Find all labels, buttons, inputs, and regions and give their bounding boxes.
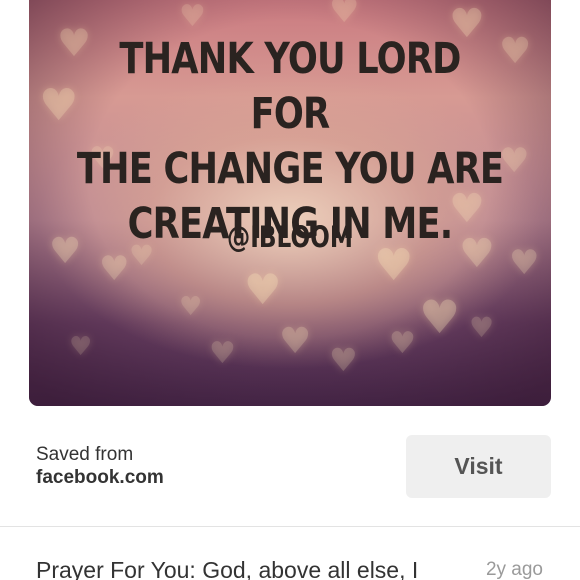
heart-icon: ♥ xyxy=(99,249,130,289)
heart-icon: ♥ xyxy=(509,243,540,283)
heart-icon: ♥ xyxy=(469,311,495,344)
heart-icon: ♥ xyxy=(39,80,79,131)
source-info: Saved from facebook.com xyxy=(36,444,164,490)
heart-icon: ♥ xyxy=(244,265,282,314)
image-quote: THANK YOU LORD FOR THE CHANGE YOU ARE CR… xyxy=(76,32,504,252)
heart-icon: ♥ xyxy=(209,336,236,371)
heart-icon: ♥ xyxy=(329,341,358,379)
pin-image[interactable]: ♥ ♥ ♥ ♥ ♥ ♥ ♥ ♥ ♥ ♥ ♥ ♥ ♥ ♥ ♥ ♥ ♥ ♥ ♥ ♥ ♥ ♥ ♥ ♥ THANK YOU LORD … xyxy=(29,0,551,406)
divider xyxy=(0,526,580,527)
heart-icon: ♥ xyxy=(419,290,461,344)
pin-timestamp: 2y ago xyxy=(485,559,543,580)
saved-from-label: Saved from xyxy=(36,444,134,465)
quote-line: THANK YOU LORD FOR xyxy=(119,34,461,139)
image-handle: @IBLOOM xyxy=(226,220,353,254)
heart-icon: ♥ xyxy=(279,321,312,362)
visit-button[interactable]: Visit xyxy=(406,435,551,498)
quote-line: THE CHANGE YOU ARE xyxy=(76,144,504,194)
pin-detail-screen: ♥ ♥ ♥ ♥ ♥ ♥ ♥ ♥ ♥ ♥ ♥ ♥ ♥ ♥ ♥ ♥ ♥ ♥ ♥ ♥ ♥ ♥ ♥ ♥ THANK YOU LORD … xyxy=(0,0,580,580)
heart-icon: ♥ xyxy=(179,292,203,322)
heart-icon: ♥ xyxy=(329,0,360,31)
heart-icon: ♥ xyxy=(389,326,416,361)
pin-description: Prayer For You: God, above all else, I xyxy=(36,557,419,580)
heart-icon: ♥ xyxy=(69,332,93,362)
heart-icon: ♥ xyxy=(179,0,206,34)
source-domain-link[interactable]: facebook.com xyxy=(36,466,164,490)
